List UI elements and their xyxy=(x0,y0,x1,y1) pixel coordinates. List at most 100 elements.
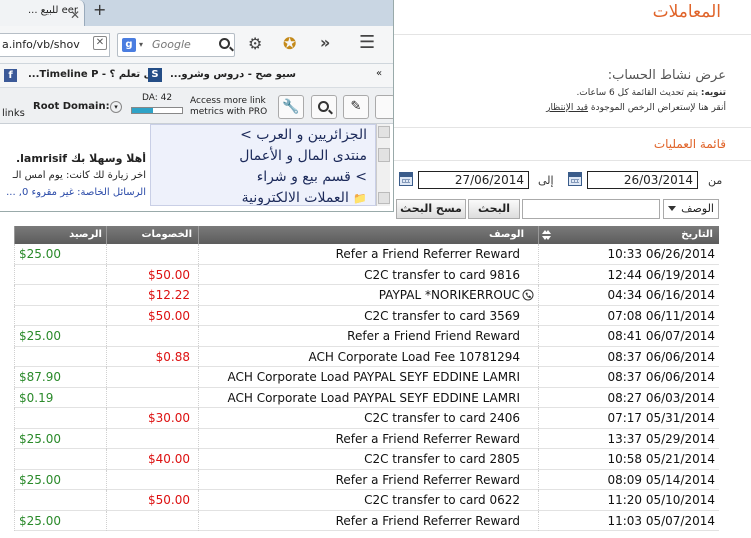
header-date[interactable]: التاريخ xyxy=(538,226,719,244)
wrench-icon[interactable]: 🔧 xyxy=(278,95,304,119)
toolbar-button[interactable] xyxy=(375,95,393,119)
breadcrumb-line[interactable]: الجزائريين و العرب > xyxy=(151,125,367,146)
overflow-chevron-icon[interactable]: » xyxy=(320,33,330,52)
browser-window: eer للبيع ... ✕ + a.info/vb/shov ✕ g ▾ G… xyxy=(0,0,394,212)
notice-label: تنويه: xyxy=(700,88,726,98)
description-cell: C2C transfer to card 2406 xyxy=(198,408,538,428)
gear-icon[interactable]: ⚙ xyxy=(248,34,262,53)
pencil-icon[interactable]: ✎ xyxy=(343,95,369,119)
private-messages-link[interactable]: الرسائل الخاصة: غير مقروء 0, ... xyxy=(0,187,150,198)
date-cell: 13:37 05/29/2014 xyxy=(538,428,719,449)
breadcrumb-current[interactable]: العملات الالكترونية xyxy=(242,190,349,205)
breadcrumb-line[interactable]: 📁 العملات الالكترونية xyxy=(151,188,367,205)
chevron-down-icon[interactable]: ▾ xyxy=(110,101,122,113)
date-cell: 08:37 06/06/2014 xyxy=(538,367,719,387)
breadcrumb-line[interactable]: منتدى المال و الأعمال xyxy=(151,146,367,167)
table-row[interactable]: $30.00 C2C transfer to card 2406 07:17 05/… xyxy=(14,408,719,429)
search-input[interactable] xyxy=(522,199,660,219)
date-cell: 07:17 05/31/2014 xyxy=(538,408,719,428)
to-label: إلى xyxy=(538,174,554,187)
table-row[interactable]: $25.00 Refer a Friend Friend Reward 08:41 … xyxy=(14,326,719,347)
stop-icon[interactable]: ✕ xyxy=(93,36,107,50)
table-row[interactable]: $50.00 C2C transfer to card 9816 12:44 06/… xyxy=(14,264,719,285)
date-cell: 10:58 05/21/2014 xyxy=(538,449,719,469)
search-button[interactable]: البحث xyxy=(468,199,520,219)
description-cell: Refer a Friend Friend Reward xyxy=(198,326,538,346)
debit-cell xyxy=(106,367,198,387)
breadcrumb-line[interactable]: > قسم بيع و شراء xyxy=(151,167,367,188)
search-field-select[interactable]: الوصف xyxy=(663,199,719,219)
balance-cell: $87.90 xyxy=(14,367,106,387)
debit-cell: $40.00 xyxy=(106,449,198,469)
moz-promo[interactable]: Access more link metrics with PRO xyxy=(190,96,268,118)
debit-cell xyxy=(106,469,198,490)
table-body: $25.00 Refer a Friend Referrer Reward 10:3… xyxy=(14,244,719,531)
table-row[interactable]: $25.00 Refer a Friend Referrer Reward 11:0… xyxy=(14,510,719,531)
bookmark-item[interactable]: هل تعلم ؟ - Timeline P... xyxy=(28,69,160,80)
breadcrumb: الجزائريين و العرب > منتدى المال و الأعم… xyxy=(150,124,376,206)
table-row[interactable]: $12.22 PAYPAL *NORIKERROUC 04:34 06/16/201… xyxy=(14,285,719,306)
new-tab-icon[interactable]: + xyxy=(93,0,106,19)
folder-icon: 📁 xyxy=(353,192,367,205)
balance-cell: $25.00 xyxy=(14,428,106,449)
debit-cell: $12.22 xyxy=(106,285,198,305)
phone-icon[interactable] xyxy=(522,287,534,301)
table-row[interactable]: $25.00 Refer a Friend Referrer Reward 08:0… xyxy=(14,469,719,490)
pending-prefix: أنقر هنا لإستعراض الرخص الموجودة xyxy=(590,103,726,113)
da-meter-fill xyxy=(132,108,153,113)
pending-licenses-notice: أنقر هنا لإستعراض الرخص الموجودة قيد الإ… xyxy=(546,103,726,113)
date-cell: 11:03 05/07/2014 xyxy=(538,510,719,531)
pending-link[interactable]: قيد الإنتظار xyxy=(546,103,588,113)
scroll-up-icon[interactable] xyxy=(378,126,390,138)
to-date-input[interactable]: 27/06/2014 xyxy=(418,171,529,189)
seo-toolbar: links Root Domain: ▾ DA: 42 Access more … xyxy=(0,88,393,124)
header-debit[interactable]: الخصومات xyxy=(106,226,198,244)
table-row[interactable]: $0.88 ACH Corporate Load Fee 10781294 08:3… xyxy=(14,346,719,367)
balance-cell xyxy=(14,305,106,326)
sort-icon[interactable] xyxy=(542,230,548,240)
addon-icon[interactable]: ✪ xyxy=(283,34,296,53)
table-row[interactable]: $87.90 ACH Corporate Load PAYPAL SEYF EDD… xyxy=(14,367,719,388)
overflow-chevron-icon[interactable]: « xyxy=(376,68,382,79)
balance-cell xyxy=(14,408,106,428)
balance-cell xyxy=(14,490,106,510)
debit-cell: $50.00 xyxy=(106,264,198,285)
description-cell: C2C transfer to card 9816 xyxy=(198,264,538,285)
magnifier-icon[interactable] xyxy=(311,95,337,119)
from-date-input[interactable]: 26/03/2014 xyxy=(587,171,698,189)
welcome-text: أهلا وسهلا بك lamrisif. xyxy=(15,152,146,165)
from-calendar-icon[interactable] xyxy=(568,172,582,186)
table-row[interactable]: $40.00 C2C transfer to card 2805 10:58 05/… xyxy=(14,449,719,470)
google-icon: g xyxy=(122,38,136,52)
scroll-down-icon[interactable] xyxy=(378,192,390,204)
table-row[interactable]: $50.00 C2C transfer to card 0622 11:20 05/… xyxy=(14,490,719,511)
search-icon[interactable] xyxy=(219,38,230,49)
description-cell: Refer a Friend Referrer Reward xyxy=(198,244,538,264)
bookmark-item[interactable]: سيو صح - دروس وشرو... xyxy=(170,69,296,80)
table-row[interactable]: $0.19 ACH Corporate Load PAYPAL SEYF EDDI… xyxy=(14,387,719,408)
debit-cell: $50.00 xyxy=(106,305,198,326)
from-label: من xyxy=(708,174,723,187)
header-description[interactable]: الوصف xyxy=(198,226,551,244)
last-visit-text: آخر زيارة لك كانت: يوم أمس الـ xyxy=(12,170,146,181)
clear-search-button[interactable]: مسح البحث xyxy=(396,199,466,219)
debit-cell xyxy=(106,244,198,264)
date-cell: 08:41 06/07/2014 xyxy=(538,326,719,346)
browser-tab[interactable]: eer للبيع ... ✕ xyxy=(0,0,85,26)
dropdown-icon[interactable]: ▾ xyxy=(139,34,143,56)
balance-cell: $0.19 xyxy=(14,387,106,408)
table-row[interactable]: $25.00 Refer a Friend Referrer Reward 13:3… xyxy=(14,428,719,449)
description-cell: Refer a Friend Referrer Reward xyxy=(198,510,538,531)
web-search-box[interactable]: g ▾ Google xyxy=(117,33,235,57)
close-icon[interactable]: ✕ xyxy=(70,4,80,26)
table-row[interactable]: $50.00 C2C transfer to card 3569 07:08 06/… xyxy=(14,305,719,326)
scroll-thumb[interactable] xyxy=(378,148,390,162)
operations-title: قائمة العمليات xyxy=(653,137,726,151)
menu-icon[interactable]: ☰ xyxy=(359,32,375,53)
facebook-icon: f xyxy=(4,69,17,82)
title-divider xyxy=(394,34,751,35)
to-calendar-icon[interactable] xyxy=(399,172,413,186)
header-balance[interactable]: الرصيد xyxy=(14,226,106,244)
scrollbar[interactable] xyxy=(376,124,390,206)
table-row[interactable]: $25.00 Refer a Friend Referrer Reward 10:3… xyxy=(14,244,719,265)
